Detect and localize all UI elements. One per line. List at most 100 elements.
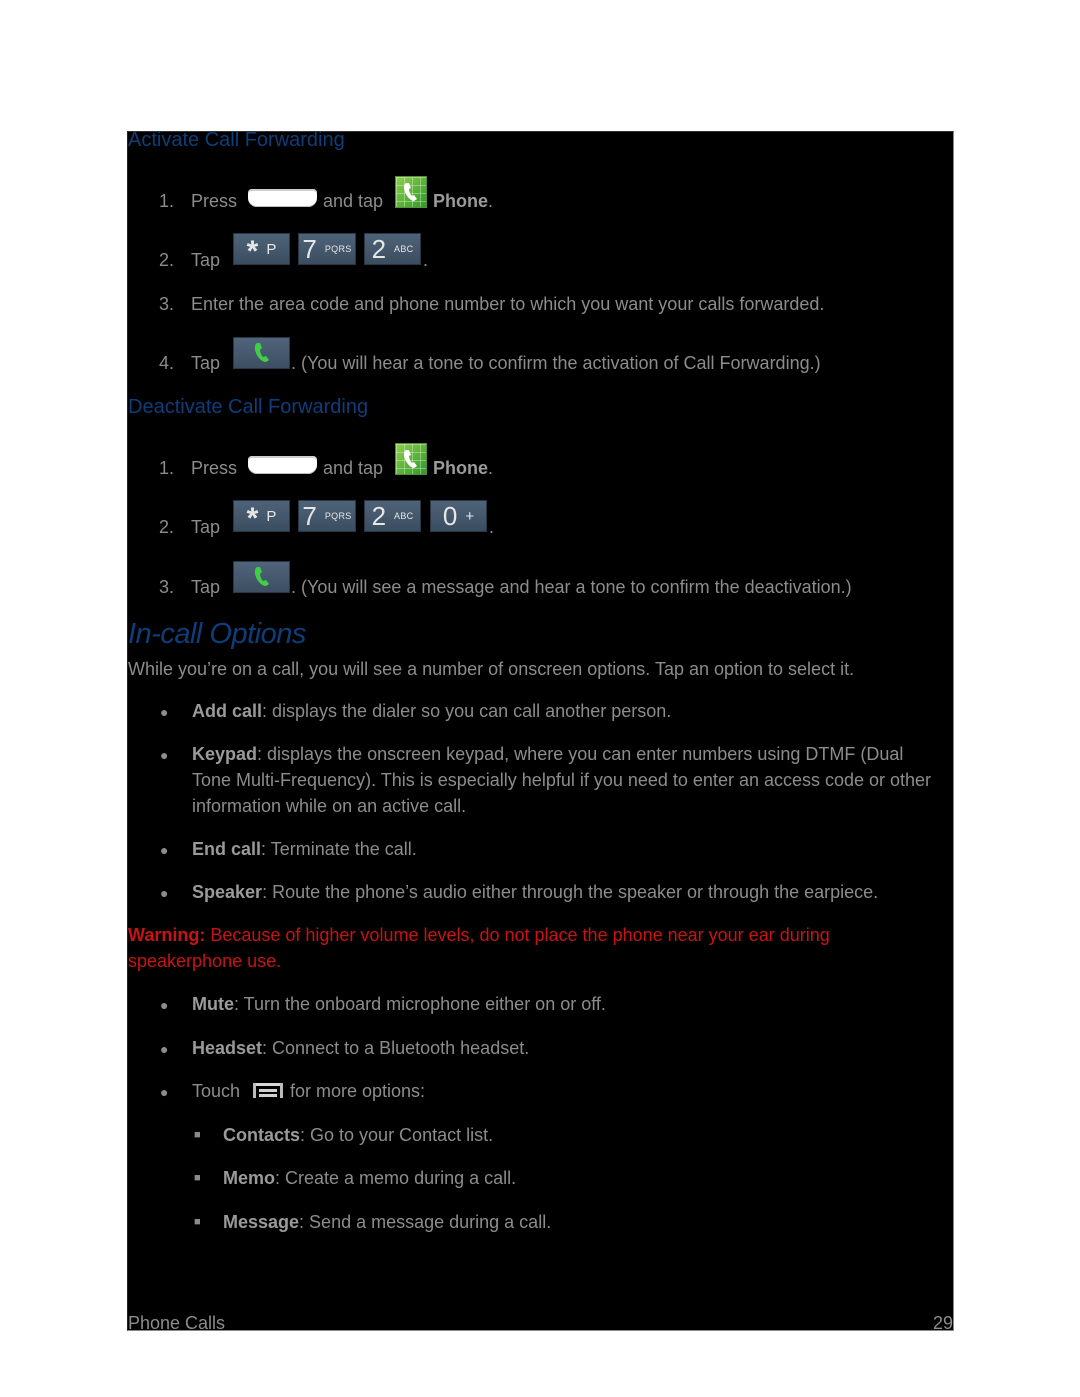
- bullet: ●: [160, 704, 169, 720]
- option-end-call: End call: Terminate the call.: [192, 839, 417, 860]
- menu-option-message: Message: Send a message during a call.: [223, 1212, 551, 1233]
- step-text: and tap: [323, 458, 384, 478]
- step-text: Phone.: [433, 191, 493, 212]
- phone-app-label: Phone: [433, 191, 489, 211]
- call-key-icon: [233, 561, 290, 593]
- option-add-call: Add call: displays the dialer so you can…: [192, 701, 671, 722]
- option-desc: : Send a message during a call.: [299, 1212, 552, 1232]
- option-label: Add call: [192, 701, 263, 721]
- step-text: Press: [191, 458, 238, 478]
- option-headset: Headset: Connect to a Bluetooth headset.: [192, 1038, 529, 1059]
- key-main: 2: [371, 501, 387, 531]
- key-sub: P: [266, 507, 277, 525]
- two-abc-key: 2 ABC: [364, 500, 421, 532]
- step-number: 1.: [159, 191, 175, 211]
- incall-intro: While you’re on a call, you will see a n…: [128, 659, 855, 679]
- step-number: 2.: [159, 517, 175, 537]
- option-desc: : displays the onscreen keypad, where yo…: [192, 744, 932, 816]
- square-bullet: ■: [194, 1216, 201, 1228]
- menu-option-memo: Memo: Create a memo during a call.: [223, 1168, 516, 1189]
- option-label: Contacts: [223, 1125, 301, 1145]
- period: .: [488, 191, 494, 211]
- option-desc: : Go to your Contact list.: [300, 1125, 494, 1145]
- activate-heading: Activate Call Forwarding: [128, 129, 345, 151]
- step-text: Press: [191, 191, 238, 211]
- menu-key-icon: [253, 1083, 283, 1098]
- step-text: and tap: [323, 191, 384, 211]
- square-bullet: ■: [194, 1129, 201, 1141]
- key-sub: PQRS: [324, 244, 352, 254]
- option-label: Message: [223, 1212, 300, 1232]
- manual-page: Activate Call Forwarding 1. Press and ta…: [127, 129, 954, 1333]
- warning-note: Warning: Because of higher volume levels…: [128, 922, 928, 974]
- step-text: . (You will hear a tone to confirm the a…: [291, 353, 821, 373]
- phone-app-label: Phone: [433, 458, 489, 478]
- key-main: 2: [371, 234, 387, 264]
- home-key-icon: [248, 456, 317, 474]
- option-desc: : Route the phone’s audio either through…: [262, 882, 879, 902]
- deactivate-heading: Deactivate Call Forwarding: [128, 396, 369, 418]
- bullet: ●: [160, 842, 169, 858]
- option-desc: : Connect to a Bluetooth headset.: [262, 1038, 530, 1058]
- bullet: ●: [160, 885, 169, 901]
- option-speaker: Speaker: Route the phone’s audio either …: [192, 882, 878, 903]
- step-text: Tap: [191, 353, 221, 373]
- step-text: . (You will see a message and hear a ton…: [291, 577, 852, 597]
- option-label: Mute: [192, 994, 234, 1014]
- option-desc: : Turn the onboard microphone either on …: [234, 994, 606, 1014]
- warning-text: Because of higher volume levels, do not …: [128, 925, 830, 971]
- seven-pqrs-key: 7 PQRS: [298, 500, 356, 532]
- call-key-icon: [233, 337, 290, 369]
- seven-pqrs-key: 7 PQRS: [298, 233, 356, 265]
- key-main: 7: [302, 501, 317, 531]
- option-label: Headset: [192, 1038, 263, 1058]
- phone-app-icon: [395, 443, 427, 475]
- option-label: Memo: [223, 1168, 276, 1188]
- two-abc-key: 2 ABC: [364, 233, 421, 265]
- step-number: 3.: [159, 294, 175, 314]
- period: .: [423, 250, 429, 270]
- key-sub: ABC: [394, 511, 414, 521]
- option-desc: : Create a memo during a call.: [275, 1168, 517, 1188]
- option-label: Keypad: [192, 744, 258, 764]
- square-bullet: ■: [194, 1172, 201, 1184]
- step-number: 4.: [159, 353, 175, 373]
- menu-option-contacts: Contacts: Go to your Contact list.: [223, 1125, 493, 1146]
- home-key-icon: [248, 189, 317, 207]
- step-text: Tap: [191, 250, 221, 270]
- touch-text: Touch: [192, 1081, 241, 1101]
- bullet: ●: [160, 1041, 169, 1057]
- bullet: ●: [160, 1084, 169, 1100]
- star-p-key: * P: [233, 500, 290, 535]
- key-sub: PQRS: [324, 511, 352, 521]
- step-text: Tap: [191, 517, 221, 537]
- option-label: Speaker: [192, 882, 263, 902]
- step-number: 3.: [159, 577, 175, 597]
- period: .: [488, 458, 494, 478]
- step-text: Enter the area code and phone number to …: [191, 294, 825, 314]
- option-desc: : Terminate the call.: [261, 839, 417, 859]
- warning-label: Warning:: [128, 925, 206, 945]
- touch-text: for more options:: [290, 1081, 426, 1101]
- key-sub: P: [266, 240, 277, 258]
- step-number: 2.: [159, 250, 175, 270]
- option-desc: : displays the dialer so you can call an…: [262, 701, 672, 721]
- option-label: End call: [192, 839, 262, 859]
- step-text: Tap: [191, 577, 221, 597]
- period: .: [489, 517, 495, 537]
- option-mute: Mute: Turn the onboard microphone either…: [192, 994, 606, 1015]
- key-main: *: [246, 235, 259, 268]
- incall-heading: In-call Options: [128, 618, 306, 650]
- step-number: 1.: [159, 458, 175, 478]
- step-text: Phone.: [433, 458, 493, 479]
- key-main: 7: [302, 234, 317, 264]
- key-main: 0: [442, 501, 458, 531]
- footer-section: Phone Calls: [128, 1313, 226, 1333]
- bullet: ●: [160, 747, 169, 763]
- key-sub: +: [465, 507, 475, 525]
- key-sub: ABC: [394, 244, 414, 254]
- option-keypad: Keypad: displays the onscreen keypad, wh…: [192, 741, 942, 819]
- page-number: 29: [932, 1313, 953, 1333]
- zero-plus-key: 0 +: [430, 500, 487, 532]
- key-main: *: [246, 502, 259, 535]
